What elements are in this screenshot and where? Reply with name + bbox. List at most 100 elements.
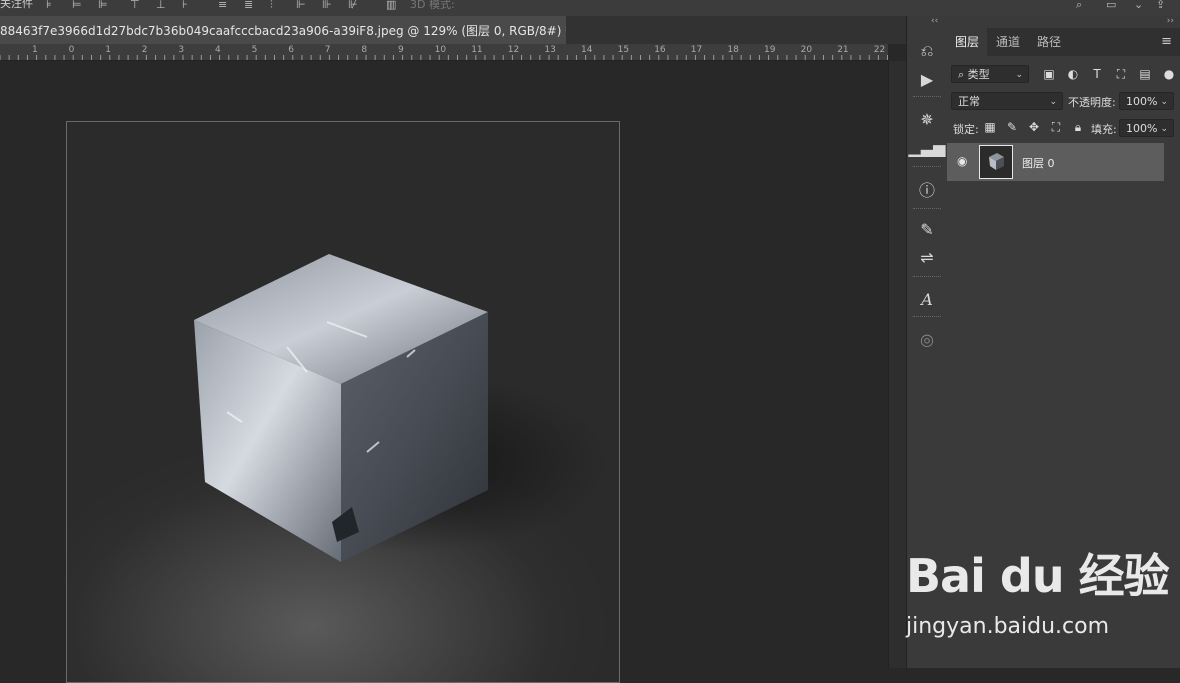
filter-pixel-icon[interactable]: ▣ [1041,66,1057,82]
cube-image [194,254,607,562]
chevron-down-icon[interactable]: ⌄ [1134,0,1143,12]
play-action-icon[interactable]: ▶ [913,66,941,92]
ruler-label: 2 [141,45,148,55]
eye-icon[interactable]: ◉ [957,154,967,168]
options-label: 关注件 [0,0,33,10]
align-bottom-icon[interactable]: ⊦ [182,0,188,12]
layer-name: 图层 0 [1022,157,1055,170]
dock-separator [913,96,941,99]
fill-value: 100% [1126,122,1158,135]
ruler-label: 14 [581,45,593,55]
document-title: 88463f7e3966d1d27bdc7b36b049caafcccbacd2… [0,24,572,38]
chevron-down-icon: ⌄ [1160,124,1168,134]
blend-mode-select[interactable]: 正常 ⌄ [951,92,1063,110]
filter-shape-icon[interactable]: ⛶ [1113,66,1129,82]
ruler-label: 0 [68,45,75,55]
align-hcenter-icon[interactable]: ⊨ [72,0,82,12]
distribute-top-icon[interactable]: ⊩ [296,0,306,12]
lock-all-icon[interactable]: 🔒︎ [1070,119,1086,135]
opacity-input[interactable]: 100% ⌄ [1119,92,1174,110]
character-icon[interactable]: A [913,286,941,312]
align-vcenter-icon[interactable]: ⊥ [156,0,166,12]
adjust-icon[interactable]: ⇌ [913,244,941,270]
align-top-icon[interactable]: ⊤ [130,0,140,12]
distribute-h-icon[interactable]: ≣ [244,0,253,12]
info-icon[interactable]: ⓘ [913,176,941,202]
ruler-label: 7 [324,45,331,55]
history-icon[interactable]: ⎌ [913,38,941,64]
collapse-right-icon[interactable]: ›› [1167,16,1174,26]
filter-smart-icon[interactable]: ▤ [1137,66,1153,82]
fill-input[interactable]: 100% ⌄ [1119,119,1174,137]
panel-tabs: 图层 通道 路径 ≡ [947,28,1180,56]
filter-adjust-icon[interactable]: ◐ [1065,66,1081,82]
ruler-label: 21 [837,45,849,55]
ruler-label: 13 [544,45,556,55]
tab-paths[interactable]: 路径 [1029,28,1069,56]
filter-type-icon[interactable]: T [1089,66,1105,82]
properties-icon[interactable]: ◎ [913,326,941,352]
fill-label: 填充: [1091,123,1117,136]
navigator-icon[interactable]: ✵ [913,106,941,132]
lock-brush-icon[interactable]: ✎ [1004,119,1020,135]
document-canvas[interactable] [66,121,620,683]
dock-separator [913,316,941,319]
filter-kind-select[interactable]: ⌕ 类型 ⌄ [951,65,1029,83]
chevron-down-icon: ⌄ [1049,97,1057,107]
distribute-v-icon[interactable]: ⫶ [270,0,273,12]
share-icon[interactable]: ⇪ [1156,0,1165,12]
lock-row: 锁定: ▦ ✎ ✥ ⛶ 🔒︎ 填充: 100% ⌄ [947,115,1180,141]
align-left-icon[interactable]: ⊧ [46,0,52,12]
ruler-label: 6 [288,45,294,55]
ruler-label: 22 [873,45,886,55]
chevron-down-icon: ⌄ [1160,97,1168,107]
thumbnail-cube [989,153,1004,170]
auto-align-icon[interactable]: ▥ [386,0,396,12]
options-bar: 关注件 ⊧ ⊨ ⊫ ⊤ ⊥ ⊦ ≡ ≣ ⫶ ⊩ ⊪ ⊮ ▥ 3D 模式: ⌕ ▭… [0,0,1180,17]
distribute-icon[interactable]: ≡ [218,0,227,12]
align-right-icon[interactable]: ⊫ [98,0,108,12]
ruler-label: 18 [727,45,739,55]
opacity-value: 100% [1126,95,1158,108]
filter-toggle-icon[interactable]: ● [1161,66,1177,82]
ruler-label: 17 [690,45,703,55]
histogram-icon[interactable]: ▁▃▅ [909,134,946,160]
document-tab[interactable]: 88463f7e3966d1d27bdc7b36b049caafcccbacd2… [0,16,571,44]
dock-separator [913,208,941,211]
3d-mode-label: 3D 模式: [410,0,455,11]
ruler-label: 16 [654,45,666,55]
dock-separator [913,166,941,169]
lock-artboard-icon[interactable]: ⛶ [1048,119,1064,135]
tab-layers[interactable]: 图层 [947,28,988,56]
lock-move-icon[interactable]: ✥ [1026,119,1042,135]
opacity-label: 不透明度: [1068,96,1116,109]
ruler-label: 5 [251,45,258,55]
ruler-label: 9 [398,45,404,55]
ruler-label: 15 [617,45,630,55]
ruler-label: 20 [800,45,813,55]
layer-row[interactable]: ◉ 图层 0 [947,143,1164,181]
ruler-label: 10 [434,45,447,55]
ruler-label: 3 [178,45,185,55]
brush-settings-icon[interactable]: ✎ [913,216,941,242]
panel-menu-icon[interactable]: ≡ [1161,34,1172,49]
layer-thumbnail [979,145,1013,179]
distribute-mid-icon[interactable]: ⊪ [322,0,332,12]
horizontal-ruler[interactable]: 1 0 1 2 3 4 5 6 7 8 9 10 11 12 13 14 15 16 17 18 19 20 21 22 [0,44,888,61]
filter-search-icon: ⌕ [958,68,968,81]
ruler-label: 4 [215,45,221,55]
ruler-label: 19 [764,45,776,55]
baidu-watermark-logo: Bai du 经验 [906,549,1170,603]
filter-kind-value: 类型 [967,68,990,81]
vertical-scrollbar[interactable] [888,61,907,668]
lock-transparent-icon[interactable]: ▦ [982,119,998,135]
search-icon[interactable]: ⌕ [1076,0,1082,12]
collapse-left-icon[interactable]: ‹‹ [931,16,938,26]
ruler-label: 1 [32,45,38,55]
workspace-icon[interactable]: ▭ [1106,0,1116,12]
tab-channels[interactable]: 通道 [988,28,1028,56]
blend-mode-value: 正常 [958,95,980,108]
tab-bar-empty [566,16,906,44]
lock-label: 锁定: [953,123,979,136]
distribute-bot-icon[interactable]: ⊮ [348,0,358,12]
